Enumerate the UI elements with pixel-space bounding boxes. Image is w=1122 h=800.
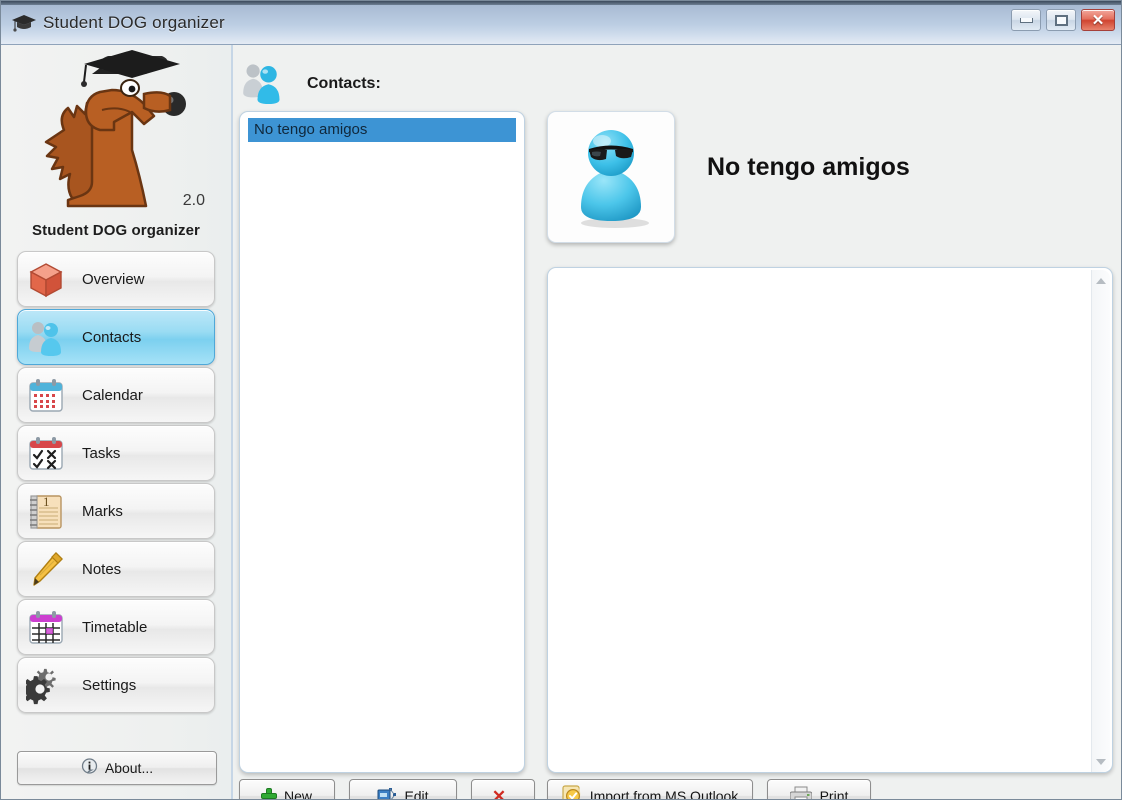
- sidebar-item-marks[interactable]: 1 Marks: [17, 483, 215, 539]
- sidebar-item-tasks[interactable]: Tasks: [17, 425, 215, 481]
- close-button[interactable]: ✕: [1081, 9, 1115, 31]
- detail-scrollbar[interactable]: [1091, 270, 1110, 772]
- calendar-icon: [24, 373, 68, 417]
- app-logo: 2.0: [1, 45, 233, 220]
- version-label: 2.0: [182, 192, 205, 209]
- contacts-list[interactable]: No tengo amigos: [239, 111, 525, 773]
- cube-icon: [24, 257, 68, 301]
- maximize-button[interactable]: [1046, 9, 1076, 31]
- contacts-icon: [24, 315, 68, 359]
- edit-button[interactable]: Edit: [349, 779, 457, 800]
- timetable-icon: [24, 605, 68, 649]
- delete-x-icon: ✕: [491, 786, 507, 800]
- sidebar-item-label: Settings: [82, 676, 137, 694]
- sidebar-item-notes[interactable]: Notes: [17, 541, 215, 597]
- printer-icon: [789, 786, 813, 799]
- sidebar-item-calendar[interactable]: Calendar: [17, 367, 215, 423]
- graduation-cap-icon: [11, 12, 37, 34]
- page-title: Contacts:: [307, 75, 381, 92]
- sidebar-item-timetable[interactable]: Timetable: [17, 599, 215, 655]
- list-item[interactable]: No tengo amigos: [248, 118, 516, 142]
- avatar-sunglasses-icon: [581, 130, 649, 228]
- sidebar-item-overview[interactable]: Overview: [17, 251, 215, 307]
- sidebar-item-label: Notes: [82, 560, 122, 578]
- app-name-label: Student DOG organizer: [32, 222, 200, 239]
- print-button-label: Print: [819, 788, 849, 800]
- delete-button[interactable]: ✕: [471, 779, 535, 800]
- sidebar-item-contacts[interactable]: Contacts: [17, 309, 215, 365]
- minimize-icon: [1019, 17, 1033, 23]
- sidebar-item-label: Tasks: [82, 444, 121, 462]
- title-bar: Student DOG organizer ✕: [1, 1, 1121, 45]
- notepad-icon: 1: [24, 489, 68, 533]
- contacts-toolbar: New Edit ✕: [239, 779, 535, 800]
- sidebar-item-label: Contacts: [82, 328, 142, 346]
- about-button-label: About...: [104, 760, 154, 776]
- about-button[interactable]: About...: [17, 751, 217, 785]
- sidebar-item-label: Overview: [82, 270, 145, 288]
- plus-icon: [261, 789, 276, 799]
- edit-button-label: Edit: [404, 788, 429, 800]
- info-icon: [81, 758, 98, 778]
- window-controls: ✕: [1011, 9, 1115, 31]
- contact-name: No tengo amigos: [707, 153, 910, 181]
- import-outlook-label: Import from MS Outlook: [589, 788, 739, 800]
- tasks-icon: [24, 431, 68, 475]
- sidebar-item-settings[interactable]: Settings: [17, 657, 215, 713]
- print-button[interactable]: Print: [767, 779, 871, 800]
- scroll-down-arrow-icon[interactable]: [1094, 754, 1109, 769]
- app-window: Student DOG organizer ✕ 2.0 Student DOG …: [0, 0, 1122, 800]
- close-icon: ✕: [1091, 11, 1105, 29]
- sidebar: 2.0 Student DOG organizer Overview Conta…: [1, 45, 233, 799]
- pencil-icon: [24, 547, 68, 591]
- outlook-icon: [562, 784, 582, 799]
- contacts-actions-toolbar: Import from MS Outlook Print: [547, 779, 871, 800]
- sidebar-item-label: Calendar: [82, 386, 143, 404]
- import-outlook-button[interactable]: Import from MS Outlook: [547, 779, 753, 800]
- minimize-button[interactable]: [1011, 9, 1041, 31]
- contact-detail-header: No tengo amigos: [547, 111, 1113, 261]
- contacts-header: Contacts:: [235, 45, 1121, 109]
- gears-icon: [24, 663, 68, 707]
- maximize-icon: [1054, 14, 1068, 26]
- main-content: Contacts: No tengo amigos No tengo amigo…: [235, 45, 1121, 800]
- sidebar-item-label: Marks: [82, 502, 123, 520]
- new-button[interactable]: New: [239, 779, 335, 800]
- window-title: Student DOG organizer: [43, 12, 225, 32]
- new-button-label: New: [283, 788, 312, 800]
- sidebar-item-label: Timetable: [82, 618, 148, 636]
- contact-detail-panel[interactable]: [547, 267, 1113, 773]
- scroll-up-arrow-icon[interactable]: [1094, 273, 1109, 288]
- edit-icon: [377, 787, 397, 799]
- contacts-icon: [241, 60, 285, 109]
- sidebar-nav: Overview Contacts Calendar Tasks 1 Marks…: [1, 251, 231, 713]
- avatar: [547, 111, 675, 243]
- svg-text:1: 1: [43, 494, 50, 509]
